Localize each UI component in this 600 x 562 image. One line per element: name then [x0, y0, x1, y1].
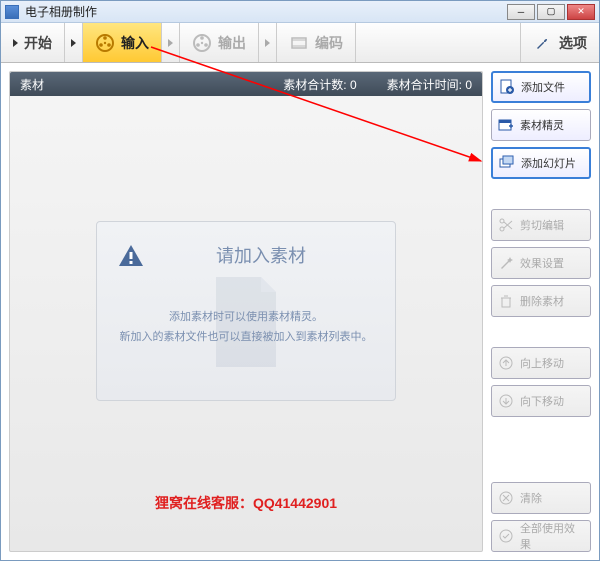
count-label: 素材合计数: 0	[283, 76, 356, 93]
tab-label: 输出	[218, 33, 246, 53]
scissors-icon	[498, 217, 514, 233]
content-area: 素材 素材合计数: 0 素材合计时间: 0 请加入素材 添加素材时可以使用素材精…	[1, 63, 599, 560]
warning-icon	[117, 242, 145, 270]
clip-button: 剪切编辑	[491, 209, 591, 241]
add-slide-button[interactable]: 添加幻灯片	[491, 147, 591, 179]
panel-title: 素材	[20, 76, 44, 93]
file-add-icon	[499, 79, 515, 95]
placeholder-title: 请加入素材	[147, 242, 375, 268]
btn-label: 添加文件	[521, 79, 565, 95]
tab-label: 输入	[121, 33, 149, 53]
play-icon	[13, 39, 18, 47]
tab-start[interactable]: 开始	[1, 23, 65, 62]
btn-label: 素材精灵	[520, 117, 564, 133]
app-icon	[5, 5, 19, 19]
footer-text: 狸窝在线客服：QQ41442901	[155, 493, 337, 513]
panel-header: 素材 素材合计数: 0 素材合计时间: 0	[10, 72, 482, 96]
wand-icon	[498, 255, 514, 271]
btn-label: 清除	[520, 490, 542, 506]
window-title: 电子相册制作	[25, 3, 507, 20]
material-panel: 素材 素材合计数: 0 素材合计时间: 0 请加入素材 添加素材时可以使用素材精…	[9, 71, 483, 552]
move-down-button: 向下移动	[491, 385, 591, 417]
time-label: 素材合计时间: 0	[387, 76, 472, 93]
clear-button: 清除	[491, 482, 591, 514]
tab-label: 编码	[315, 33, 343, 53]
btn-label: 效果设置	[520, 255, 564, 271]
move-up-button: 向上移动	[491, 347, 591, 379]
effect-button: 效果设置	[491, 247, 591, 279]
btn-label: 剪切编辑	[520, 217, 564, 233]
wizard-icon	[498, 117, 514, 133]
btn-label: 添加幻灯片	[521, 155, 576, 171]
clear-icon	[498, 490, 514, 506]
tab-label: 选项	[559, 33, 587, 53]
btn-label: 删除素材	[520, 293, 564, 309]
tab-options[interactable]: 选项	[520, 23, 599, 62]
app-window: 电子相册制作 ─ ▢ ✕ 开始 输入 输出 编码 选项	[0, 0, 600, 561]
chevron-right-icon	[168, 39, 173, 47]
tab-encode[interactable]: 编码	[277, 23, 356, 62]
tab-output[interactable]: 输出	[180, 23, 259, 62]
btn-label: 向下移动	[520, 393, 564, 409]
tab-input-expand[interactable]	[162, 23, 180, 62]
tab-start-expand[interactable]	[65, 23, 83, 62]
reel-icon	[192, 33, 212, 53]
slide-icon	[499, 155, 515, 171]
apply-icon	[498, 528, 514, 544]
delete-button: 删除素材	[491, 285, 591, 317]
wizard-button[interactable]: 素材精灵	[491, 109, 591, 141]
btn-label: 全部使用效果	[520, 520, 584, 552]
arrow-up-icon	[498, 355, 514, 371]
maximize-button[interactable]: ▢	[537, 4, 565, 20]
empty-placeholder: 请加入素材 添加素材时可以使用素材精灵。 新加入的素材文件也可以直接被加入到素材…	[96, 221, 396, 401]
titlebar: 电子相册制作 ─ ▢ ✕	[1, 1, 599, 23]
side-panel: 添加文件 素材精灵 添加幻灯片 剪切编辑 效果设置 删除素材	[491, 71, 591, 552]
chevron-right-icon	[71, 39, 76, 47]
close-button[interactable]: ✕	[567, 4, 595, 20]
document-icon	[211, 277, 281, 367]
tab-output-expand[interactable]	[259, 23, 277, 62]
film-icon	[289, 33, 309, 53]
reel-icon	[95, 33, 115, 53]
minimize-button[interactable]: ─	[507, 4, 535, 20]
tab-input[interactable]: 输入	[83, 23, 162, 62]
trash-icon	[498, 293, 514, 309]
wrench-icon	[533, 33, 553, 53]
chevron-right-icon	[265, 39, 270, 47]
main-toolbar: 开始 输入 输出 编码 选项	[1, 23, 599, 63]
apply-all-button: 全部使用效果	[491, 520, 591, 552]
add-file-button[interactable]: 添加文件	[491, 71, 591, 103]
arrow-down-icon	[498, 393, 514, 409]
btn-label: 向上移动	[520, 355, 564, 371]
tab-label: 开始	[24, 33, 52, 53]
